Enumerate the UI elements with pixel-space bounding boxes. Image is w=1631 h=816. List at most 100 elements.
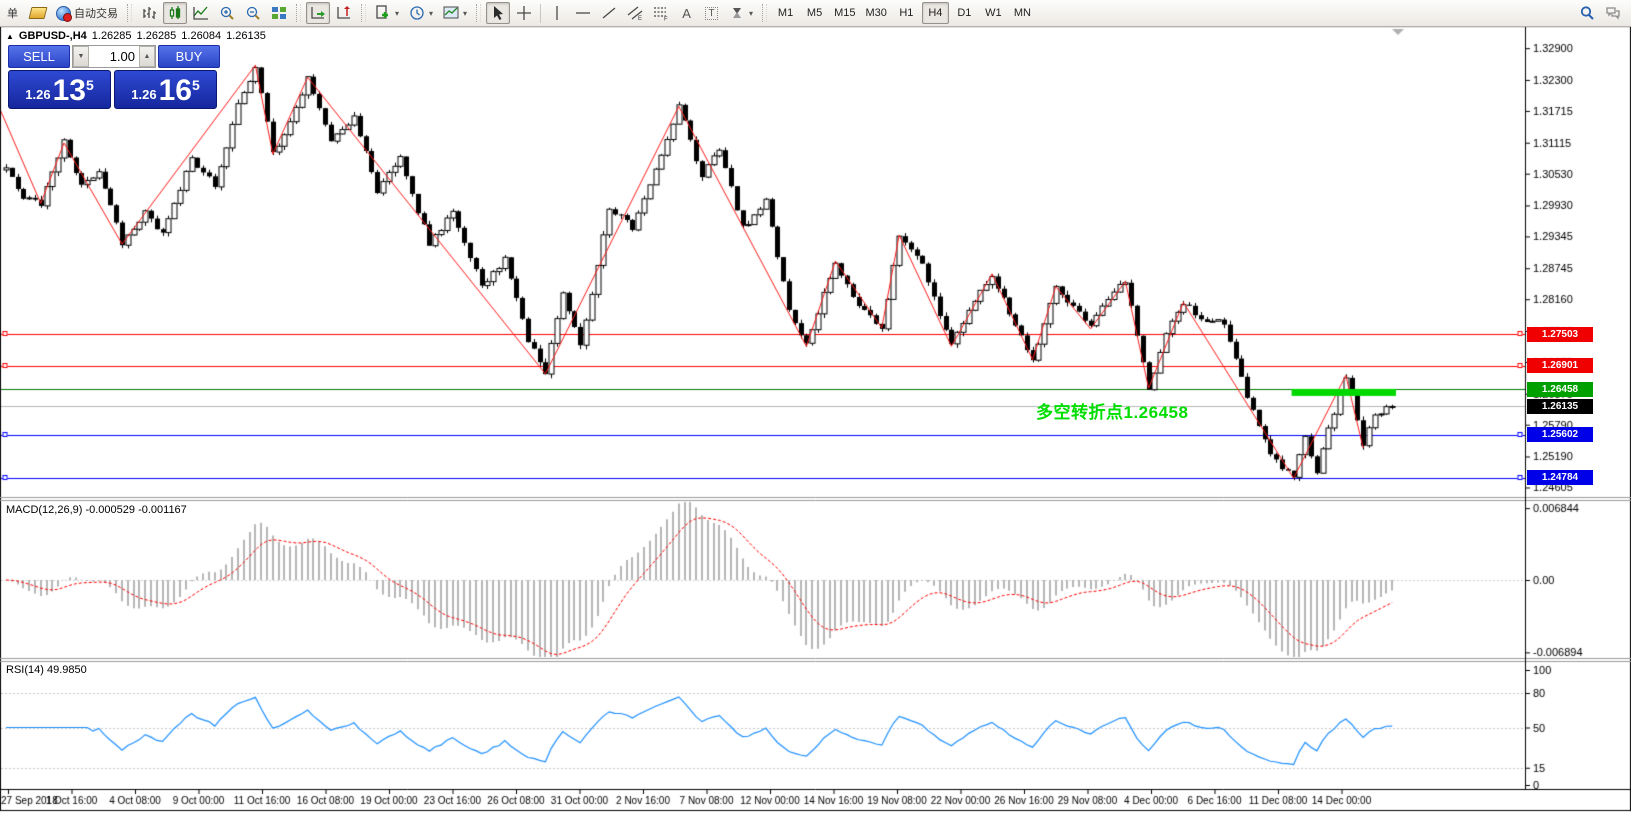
bar-chart-icon: [141, 5, 157, 21]
ohlc-low: 1.26084: [181, 30, 221, 42]
trendline-icon: [601, 5, 617, 21]
sell-price-small: 1.26: [25, 87, 50, 102]
text-label-icon: T: [705, 7, 717, 20]
buy-price-small: 1.26: [131, 87, 156, 102]
buy-price-sup: 5: [192, 77, 200, 93]
tile-windows-icon: [271, 5, 287, 21]
vertical-line-icon: [549, 5, 565, 21]
volume-increase-button[interactable]: ▲: [139, 46, 155, 67]
buy-button[interactable]: BUY: [158, 45, 220, 68]
text-label-tool-button[interactable]: T: [700, 2, 723, 24]
price-tag-current: 1.26135: [1527, 399, 1593, 414]
chart-icon: ▲: [6, 32, 14, 41]
indicators-button[interactable]: ▾: [371, 2, 403, 24]
chart-shift-button[interactable]: [332, 2, 356, 24]
arrows-icon: [729, 5, 745, 21]
cursor-icon: [490, 5, 506, 21]
chart-title: ▲ GBPUSD-,H4 1.26285 1.26285 1.26084 1.2…: [6, 30, 266, 42]
price-tag-pivot[interactable]: 1.26458: [1527, 382, 1593, 397]
toolbar-grip: [476, 4, 481, 22]
auto-scroll-button[interactable]: [306, 2, 330, 24]
chevron-down-icon: ▾: [429, 9, 433, 18]
zoom-in-icon: [219, 5, 235, 21]
text-tool-icon: A: [682, 6, 691, 21]
timeframe-mn-button[interactable]: MN: [1009, 2, 1036, 24]
price-tag-support-2[interactable]: 1.24784: [1527, 470, 1593, 485]
periods-button[interactable]: ▾: [405, 2, 437, 24]
rsi-label: RSI(14) 49.9850: [6, 664, 87, 676]
new-order-label: 单: [7, 5, 18, 21]
timeframe-m15-button[interactable]: M15: [830, 2, 859, 24]
fibonacci-icon: F: [653, 5, 669, 21]
price-tag-support-1[interactable]: 1.25602: [1527, 427, 1593, 442]
search-icon: [1579, 5, 1595, 21]
ohlc-open: 1.26285: [92, 30, 132, 42]
search-button[interactable]: [1575, 2, 1599, 24]
volume-decrease-button[interactable]: ▼: [73, 46, 89, 67]
arrows-tool-button[interactable]: ▾: [725, 2, 757, 24]
order-ticket-button[interactable]: [26, 2, 50, 24]
volume-stepper: ▼ 1.00 ▲: [72, 45, 156, 68]
cursor-button[interactable]: [486, 2, 510, 24]
sell-button[interactable]: SELL: [8, 45, 70, 68]
timeframe-h4-button[interactable]: H4: [922, 2, 949, 24]
autotrade-icon: [56, 6, 71, 21]
chat-button[interactable]: [1601, 2, 1625, 24]
channel-tool-button[interactable]: E: [623, 2, 647, 24]
timeframe-w1-button[interactable]: W1: [980, 2, 1007, 24]
crosshair-icon: [516, 5, 532, 21]
candlestick-chart-icon: [167, 5, 183, 21]
sell-price-big: 13: [53, 77, 86, 105]
price-tag-resistance-2[interactable]: 1.26901: [1527, 358, 1593, 373]
text-tool-button[interactable]: A: [675, 2, 698, 24]
horizontal-line-tool-button[interactable]: [571, 2, 595, 24]
chat-bubbles-icon: [1605, 5, 1621, 21]
auto-scroll-icon: [310, 5, 326, 21]
toolbar-grip: [296, 4, 301, 22]
chevron-down-icon: ▾: [749, 9, 753, 18]
order-ticket-icon: [29, 7, 48, 19]
toolbar-grip: [127, 4, 132, 22]
horizontal-line-icon: [575, 5, 591, 21]
chevron-down-icon: ▾: [395, 9, 399, 18]
autotrade-button[interactable]: 自动交易: [52, 2, 122, 24]
equidistant-channel-icon: E: [627, 5, 643, 21]
buy-price-big: 16: [159, 77, 192, 105]
timeframe-h1-button[interactable]: H1: [893, 2, 920, 24]
new-order-button[interactable]: 单: [1, 2, 24, 24]
templates-button[interactable]: ▾: [439, 2, 471, 24]
indicators-icon: [375, 5, 391, 21]
macd-label: MACD(12,26,9) -0.000529 -0.001167: [6, 504, 187, 516]
timeframe-m30-button[interactable]: M30: [861, 2, 890, 24]
timeframe-m5-button[interactable]: M5: [801, 2, 828, 24]
candlestick-chart-button[interactable]: [163, 2, 187, 24]
buy-price-tile[interactable]: 1.26 16 5: [114, 70, 217, 109]
fibo-letter: F: [664, 17, 668, 22]
symbol-period-label: GBPUSD-,H4: [19, 30, 87, 42]
fibonacci-tool-button[interactable]: F: [649, 2, 673, 24]
timeframe-m1-button[interactable]: M1: [772, 2, 799, 24]
bar-chart-button[interactable]: [137, 2, 161, 24]
template-icon: [443, 5, 459, 21]
ohlc-high: 1.26285: [137, 30, 177, 42]
crosshair-button[interactable]: [512, 2, 536, 24]
chart-canvas[interactable]: [0, 0, 1631, 816]
zoom-in-button[interactable]: [215, 2, 239, 24]
toolbar-grip: [762, 4, 767, 22]
chart-shift-icon: [336, 5, 352, 21]
price-tag-resistance-1[interactable]: 1.27503: [1527, 327, 1593, 342]
line-chart-button[interactable]: [189, 2, 213, 24]
sell-price-tile[interactable]: 1.26 13 5: [8, 70, 111, 109]
vertical-line-tool-button[interactable]: [545, 2, 569, 24]
zoom-out-button[interactable]: [241, 2, 265, 24]
zoom-out-icon: [245, 5, 261, 21]
timeframe-d1-button[interactable]: D1: [951, 2, 978, 24]
volume-value[interactable]: 1.00: [89, 46, 139, 67]
channel-letter: E: [638, 16, 642, 21]
pivot-annotation: 多空转折点1.26458: [1036, 398, 1188, 423]
toolbar-separator: [540, 4, 541, 23]
ohlc-close: 1.26135: [226, 30, 266, 42]
toolbar-grip: [361, 4, 366, 22]
trendline-tool-button[interactable]: [597, 2, 621, 24]
tile-windows-button[interactable]: [267, 2, 291, 24]
